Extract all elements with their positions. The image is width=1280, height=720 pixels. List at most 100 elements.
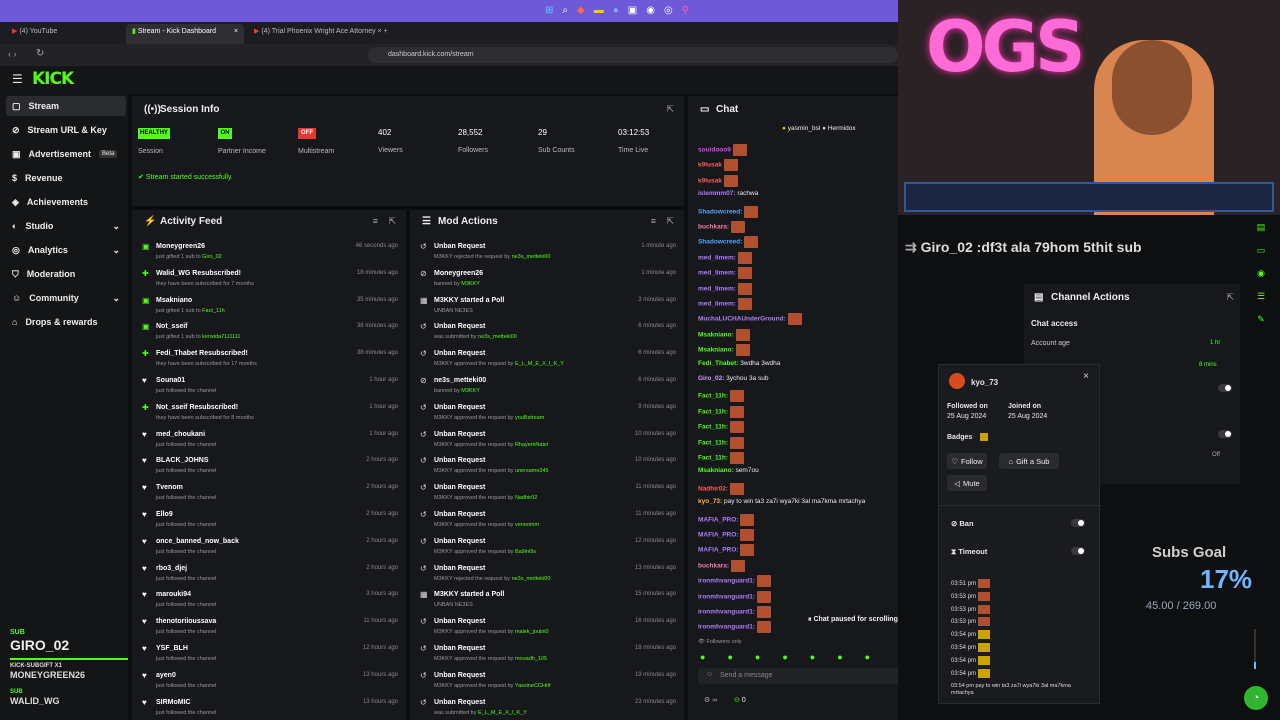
wrench-icon[interactable]: ✎ xyxy=(1257,314,1265,325)
chat-message[interactable]: Giro_02: 3ychou 3a sub xyxy=(698,375,768,382)
list-item[interactable]: ♥ thenotoriioussava just followed the chan… xyxy=(132,618,402,644)
sidebar-item-achievements[interactable]: ◈ Achievements xyxy=(6,192,126,212)
search-icon[interactable]: ⌕ xyxy=(562,5,568,16)
setting-toggle[interactable] xyxy=(1218,384,1232,392)
list-icon[interactable]: ☰ xyxy=(1257,291,1265,302)
chat-message[interactable]: Fedi_Thabet: 3wdha 3wdha xyxy=(698,360,780,367)
list-item[interactable]: ↺ Unban Request M3KKY approved the request… xyxy=(410,484,680,510)
tab-youtube[interactable]: ▶ (4) YouTube xyxy=(12,27,57,41)
chat-message[interactable]: MAFIA_PRO: xyxy=(698,544,755,557)
chat-username[interactable]: islemmm07: xyxy=(698,190,736,197)
chat-settings-icon[interactable]: ⚙ ∞ xyxy=(704,696,717,704)
steam-icon[interactable]: ◉ xyxy=(646,5,655,16)
chat-username[interactable]: Msakniano: xyxy=(698,467,734,474)
emote-icon[interactable]: ● xyxy=(837,652,842,662)
folder-icon[interactable]: ▬ xyxy=(594,5,604,16)
chat-username[interactable]: Shadowcreed: xyxy=(698,208,742,215)
chat-username[interactable]: k9lusak xyxy=(698,162,722,169)
list-item[interactable]: ↺ Unban Request M3KKY approved the request… xyxy=(410,430,680,457)
url-field[interactable]: dashboard.kick.com/stream xyxy=(368,47,898,63)
list-item[interactable]: ↺ Unban Request was submitted by ne3s_mett… xyxy=(410,323,680,349)
list-item[interactable]: ▣ Moneygreen26 just gifted 1 sub to Giro_0… xyxy=(132,243,402,269)
chat-message[interactable]: med_limem: xyxy=(698,298,752,310)
list-item[interactable]: ⊘ Moneygreen26 banned by M3KKY 1 minute ago xyxy=(410,269,680,296)
taskbar-icons[interactable]: ⊞ ⌕ ◆ ▬ ● ▣ ◉ ◎ ⚲ xyxy=(545,5,689,16)
chat-message[interactable]: med_limem: xyxy=(698,251,752,264)
discord-icon[interactable]: ● xyxy=(613,5,619,16)
chat-message[interactable]: souidooo9 xyxy=(698,144,747,156)
list-item[interactable]: ⊘ ne3s_metteki00 banned by M3KKY 6 minutes … xyxy=(410,377,680,403)
list-item[interactable]: ↺ Unban Request M3KKY rejected the request… xyxy=(410,564,680,591)
list-item[interactable]: ▣ Not_sseif just gifted 1 sub to kerwida71… xyxy=(132,323,402,349)
close-icon[interactable]: × xyxy=(234,28,238,35)
chat-message[interactable]: Fact_11h: xyxy=(698,452,744,464)
list-item[interactable]: ♥ Tvenom just followed the channel 2 hours… xyxy=(132,484,402,510)
chat-message[interactable]: med_limem: xyxy=(698,282,752,295)
chat-username[interactable]: Fact_11h: xyxy=(698,393,728,400)
list-item[interactable]: ✚ Walid_WG Resubscribed! they have been su… xyxy=(132,269,402,296)
chat-message[interactable]: ironmhvanguard1: xyxy=(698,575,772,588)
windows-icon[interactable]: ⊞ xyxy=(545,5,553,16)
chat-message[interactable]: Nadhir02: xyxy=(698,482,744,495)
sidebar-item-analytics[interactable]: ◎ Analytics ⌄ xyxy=(6,240,126,260)
chat-bubble-icon[interactable]: ◔ xyxy=(1244,686,1268,710)
list-item[interactable]: ♥ med_choukani just followed the channel 1… xyxy=(132,430,402,457)
sidebar-item-studio[interactable]: ◐ Studio ⌄ xyxy=(6,216,126,236)
slow-mode-value[interactable]: 8 mins xyxy=(1199,362,1217,368)
chat-username[interactable]: Fact_11h: xyxy=(698,455,728,462)
list-item[interactable]: ♥ marouki94 just followed the channel 3 ho… xyxy=(132,591,402,617)
chat-username[interactable]: ironmhvanguard1: xyxy=(698,624,755,631)
list-item[interactable]: ↺ Unban Request M3KKY approved the request… xyxy=(410,645,680,671)
list-item[interactable]: ↺ Unban Request was submitted by E_L_M_E_X… xyxy=(410,698,680,720)
chat-username[interactable]: med_limem: xyxy=(698,301,736,308)
chat-username[interactable]: med_limem: xyxy=(698,255,736,262)
chat-paused[interactable]: ⏸ Chat paused for scrolling xyxy=(808,616,898,624)
sidebar-item-community[interactable]: ☺ Community ⌄ xyxy=(6,288,126,308)
chat-message[interactable]: Fact_11h: xyxy=(698,405,744,418)
smile-icon[interactable]: ☺ xyxy=(706,671,713,678)
popout-icon[interactable]: ⇱ xyxy=(388,216,396,227)
list-item[interactable]: ↺ Unban Request M3KKY approved the request… xyxy=(410,618,680,644)
popout-icon[interactable]: ⇱ xyxy=(666,104,674,115)
list-item[interactable]: ♥ Souna01 just followed the channel 1 hour… xyxy=(132,377,402,403)
chat-username[interactable]: Shadowcreed: xyxy=(698,239,742,246)
chat-username[interactable]: Msakniano: xyxy=(698,332,734,339)
chat-message[interactable]: Msakniano: xyxy=(698,328,750,341)
ban-toggle[interactable] xyxy=(1071,519,1085,527)
chat-message[interactable]: buchkara: xyxy=(698,221,746,233)
chat-message[interactable]: Fact_11h: xyxy=(698,436,744,449)
chat-message[interactable]: med_limem: xyxy=(698,267,752,280)
sidebar-item-revenue[interactable]: $ Revenue xyxy=(6,168,126,188)
chat-message[interactable]: kyo_73: pay to win ta3 za7i wya7ki 3al m… xyxy=(698,498,865,505)
chat-message[interactable]: k9lusak xyxy=(698,174,738,187)
list-item[interactable]: ▣ Msakniano just gifted 1 sub to Fact_11h 3… xyxy=(132,296,402,323)
chat-message[interactable]: ironmhvanguard1: xyxy=(698,606,772,618)
off-value[interactable]: Off xyxy=(1212,452,1220,458)
chat-username[interactable]: kyo_73: xyxy=(698,498,722,505)
popout-icon[interactable]: ⇱ xyxy=(666,216,674,227)
filter-icon[interactable]: ≡ xyxy=(651,216,656,226)
chat-username[interactable]: buchkara: xyxy=(698,224,729,231)
sidebar-item-advertisement[interactable]: ▣ Advertisement Beta xyxy=(6,144,126,164)
chat-message[interactable]: MAFIA_PRO: xyxy=(698,513,755,526)
list-item[interactable]: ↺ Unban Request M3KKY approved the request… xyxy=(410,537,680,564)
chat-username[interactable]: Fact_11h: xyxy=(698,424,728,431)
kick-logo[interactable]: KICK xyxy=(32,69,74,89)
chat-icon[interactable]: ▭ xyxy=(1257,245,1266,256)
chat-username[interactable]: MAFIA_PRO: xyxy=(698,547,738,554)
list-item[interactable]: ▦ M3KKY started a Poll UNBAN NE3ES 3 minut… xyxy=(410,296,680,323)
chat-message[interactable]: MAFIA_PRO: xyxy=(698,529,755,541)
chat-username[interactable]: buchkara: xyxy=(698,563,729,570)
list-item[interactable]: ↺ Unban Request M3KKY rejected the request… xyxy=(410,243,680,269)
chat-message[interactable]: buchkara: xyxy=(698,559,746,572)
chat-username[interactable]: Fedi_Thabet: xyxy=(698,360,738,367)
list-item[interactable]: ↺ Unban Request M3KKY approved the request… xyxy=(410,403,680,430)
chat-input[interactable]: ☺ Send a message xyxy=(698,668,928,684)
filter-icon[interactable]: ≡ xyxy=(373,216,378,226)
chat-message[interactable]: Msakniano: xyxy=(698,344,750,357)
close-icon[interactable]: × xyxy=(1083,371,1089,382)
chat-username[interactable]: med_limem: xyxy=(698,285,736,292)
list-item[interactable]: ♥ ayen0 just followed the channel 13 hours… xyxy=(132,671,402,698)
chat-message[interactable]: k9lusak xyxy=(698,159,738,172)
list-item[interactable]: ♥ SIRMoMIC just followed the channel 13 ho… xyxy=(132,698,402,720)
